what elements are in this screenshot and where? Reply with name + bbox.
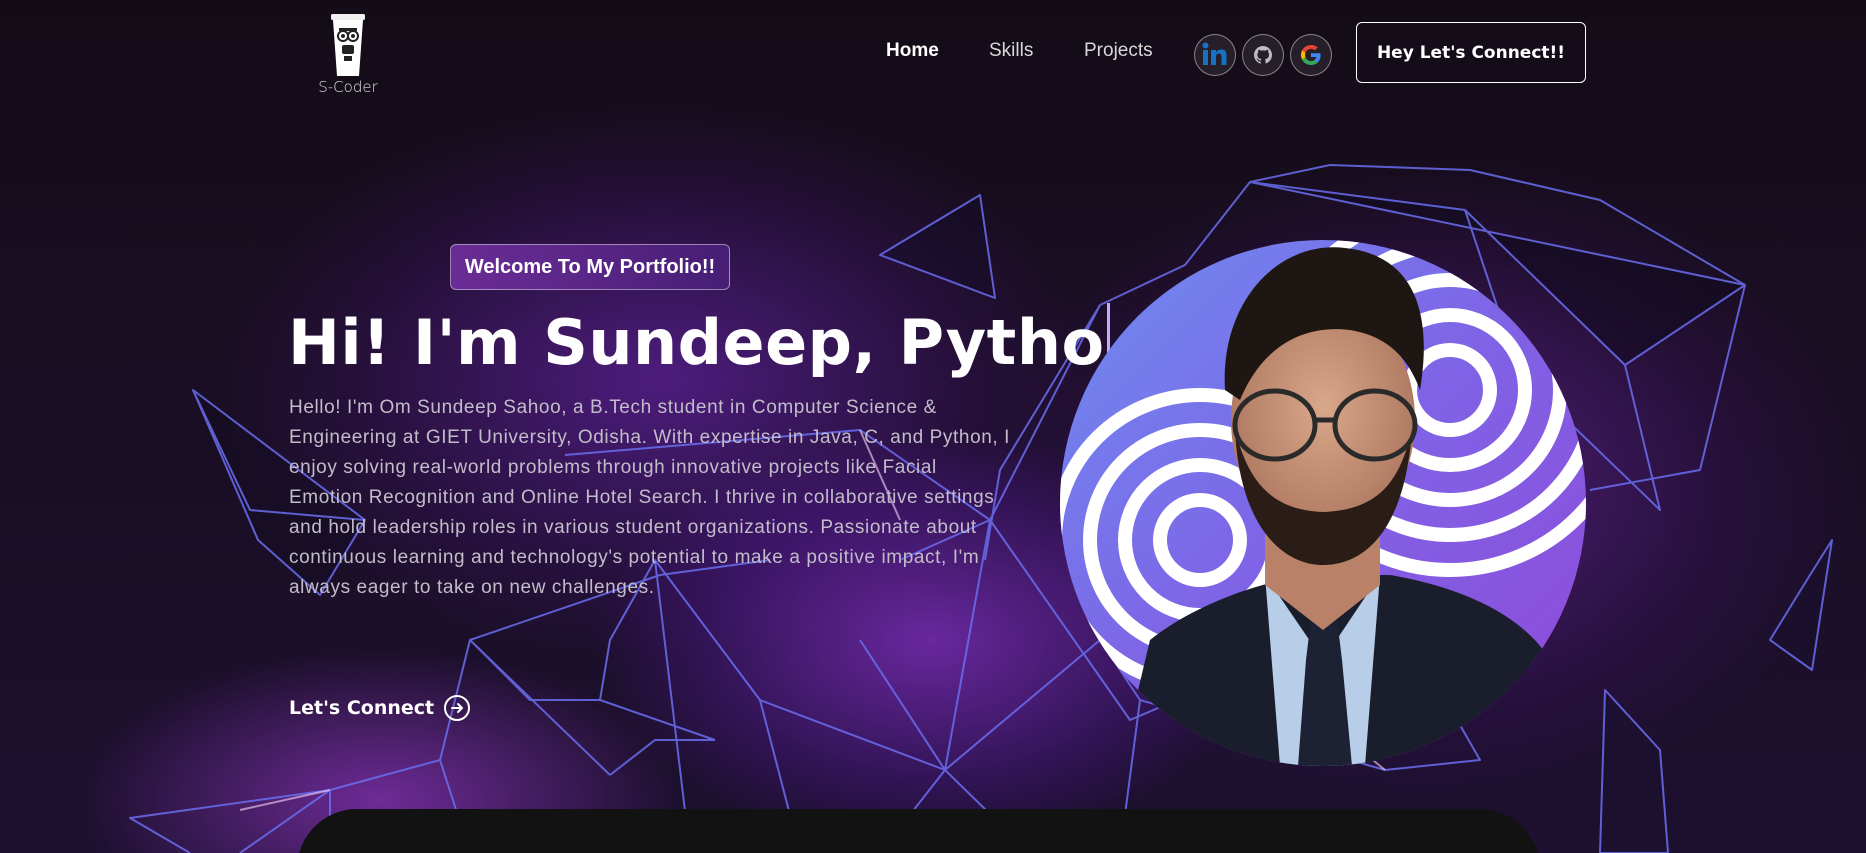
hero-headline: Hi! I'm Sundeep, Pytho [288, 300, 1110, 384]
google-icon [1301, 45, 1321, 65]
github-link[interactable] [1242, 34, 1284, 76]
coffee-cup-logo-icon [331, 14, 365, 76]
nav-link-skills[interactable]: Skills [989, 40, 1033, 62]
github-icon [1254, 46, 1272, 64]
linkedin-icon [1202, 42, 1227, 65]
google-link[interactable] [1290, 34, 1332, 76]
nav-link-projects[interactable]: Projects [1084, 40, 1153, 62]
linkedin-link[interactable] [1194, 34, 1236, 76]
top-navbar: S-Coder Home Skills Projects Hey Let's C… [0, 0, 1866, 105]
arrow-right-circle-icon [444, 695, 471, 721]
headline-text: Hi! I'm Sundeep, Pytho [288, 305, 1105, 379]
welcome-tagline: Welcome To My Portfolio!! [450, 244, 730, 290]
site-logo[interactable]: S-Coder [313, 14, 383, 96]
logo-text: S-Coder [318, 78, 378, 96]
profile-portrait [1060, 240, 1586, 766]
intro-paragraph: Hello! I'm Om Sundeep Sahoo, a B.Tech st… [289, 397, 1011, 598]
hey-lets-connect-button[interactable]: Hey Let's Connect!! [1356, 22, 1586, 83]
lets-connect-label: Let's Connect [289, 697, 435, 719]
lets-connect-link[interactable]: Let's Connect [289, 693, 471, 723]
next-section-card [297, 809, 1540, 853]
nav-link-home[interactable]: Home [886, 40, 939, 62]
